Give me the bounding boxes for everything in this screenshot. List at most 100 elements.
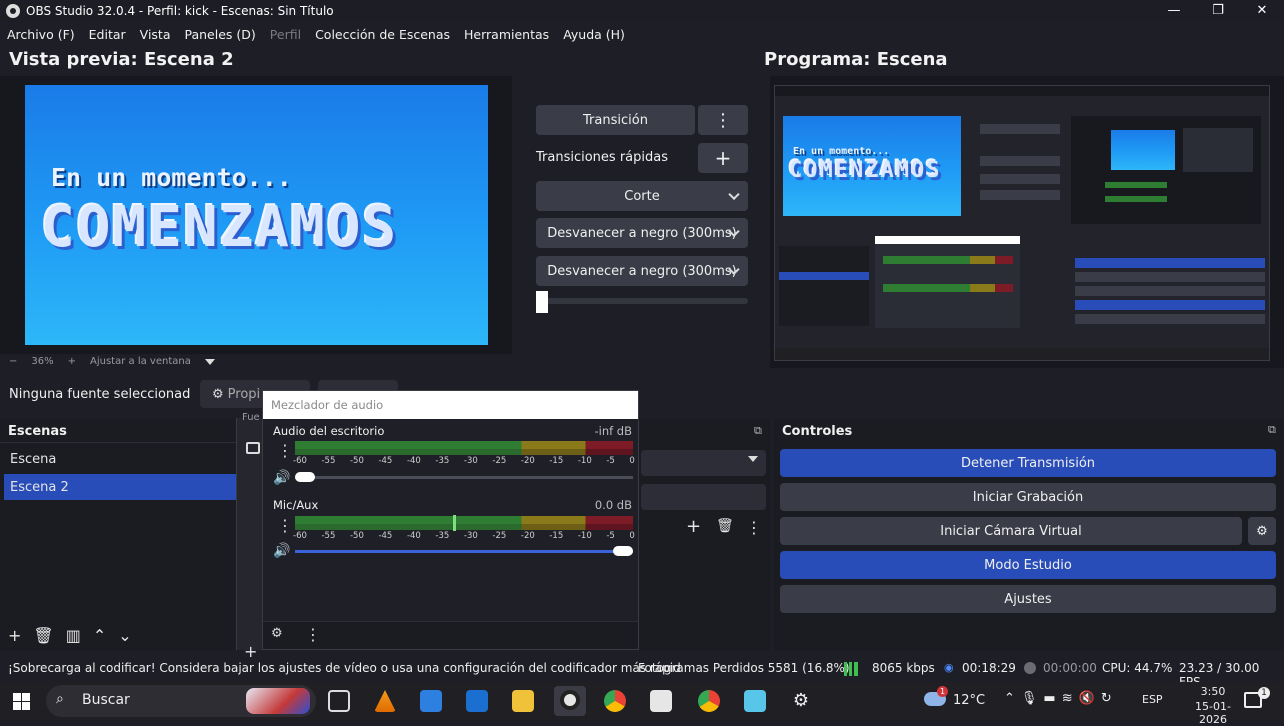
menu-ayuda[interactable]: Ayuda (H)	[563, 27, 625, 42]
file-explorer-icon[interactable]	[512, 690, 534, 712]
notification-badge: 1	[1258, 687, 1270, 699]
nested-control	[1075, 286, 1265, 296]
mixer-header[interactable]: Mezclador de audio	[263, 391, 638, 419]
quick-transition-fade-2[interactable]: Desvanecer a negro (300ms)	[536, 256, 748, 286]
chrome-icon[interactable]	[604, 690, 626, 712]
maximize-button[interactable]: ❐	[1196, 0, 1240, 22]
nested-meter	[883, 256, 1013, 264]
transition-button[interactable]: Transición	[536, 105, 695, 135]
undock-icon[interactable]: ⧉	[1268, 423, 1276, 437]
kebab-icon[interactable]: ⋮	[277, 516, 293, 535]
menu-paneles[interactable]: Paneles (D)	[185, 27, 256, 42]
volume-slider-desktop[interactable]	[295, 476, 633, 479]
title-bar: OBS Studio 32.0.4 - Perfil: kick - Escen…	[0, 0, 1284, 22]
nested-button	[980, 190, 1060, 200]
wifi-icon[interactable]: ≋	[1062, 691, 1079, 706]
menu-vista[interactable]: Vista	[140, 27, 171, 42]
volume-slider-mic[interactable]	[295, 550, 633, 553]
undock-icon[interactable]: ⧉	[754, 424, 762, 438]
channel-db-mic: 0.0 dB	[594, 498, 632, 512]
move-down-icon[interactable]: ⌄	[118, 626, 131, 645]
quick-transition-corte[interactable]: Corte	[536, 181, 748, 211]
task-view-icon[interactable]	[328, 690, 350, 712]
menu-editar[interactable]: Editar	[89, 27, 126, 42]
source-spinner[interactable]	[641, 484, 766, 510]
input-language[interactable]: ESP	[1142, 693, 1163, 706]
record-time: 00:00:00	[1043, 661, 1097, 675]
speaker-icon[interactable]: 🔊	[273, 470, 290, 486]
volume-knob-desktop[interactable]	[295, 472, 315, 482]
start-recording-button[interactable]: Iniciar Grabación	[780, 483, 1276, 511]
encoder-warning: ¡Sobrecarga al codificar! Considera baja…	[8, 661, 681, 675]
audio-mixer-window[interactable]: Mezclador de audio Audio del escritorio …	[262, 390, 639, 650]
window-title: OBS Studio 32.0.4 - Perfil: kick - Escen…	[26, 4, 334, 18]
audio-meter-desktop	[295, 441, 633, 455]
virtual-camera-settings-button[interactable]: ⚙	[1248, 517, 1276, 545]
volume-icon[interactable]: 🔇	[1079, 691, 1101, 706]
nested-meter	[1105, 196, 1167, 202]
capcut-icon[interactable]	[650, 690, 672, 712]
source-dropdown[interactable]	[641, 450, 766, 476]
volume-knob-mic[interactable]	[613, 546, 633, 556]
tbar-handle[interactable]	[536, 291, 548, 313]
gear-icon: ⚙	[1256, 523, 1268, 539]
nested-preview: En un momento... COMENZAMOS	[783, 116, 961, 216]
transition-menu-button[interactable]: ⋮	[698, 105, 748, 135]
minimize-button[interactable]: —	[1152, 0, 1196, 22]
store-icon[interactable]	[420, 690, 442, 712]
kebab-icon[interactable]: ⋮	[305, 625, 321, 644]
kebab-icon[interactable]: ⋮	[277, 441, 293, 460]
source-actions: ⋮	[746, 518, 776, 537]
mic-icon[interactable]: 🎙	[1021, 691, 1044, 706]
add-quick-transition-button[interactable]: +	[698, 143, 748, 173]
scene-item-escena-2[interactable]: Escena 2	[4, 474, 236, 500]
vlc-icon[interactable]	[374, 690, 396, 712]
chevron-up-icon[interactable]: ⌃	[1004, 691, 1021, 706]
zoom-in-button[interactable]: +	[68, 356, 76, 367]
game-icon[interactable]	[744, 690, 766, 712]
chevron-down-icon[interactable]	[204, 358, 215, 365]
close-button[interactable]: ✕	[1240, 0, 1284, 22]
tray-icons[interactable]: ⌃🎙▬≋🔇↻	[1004, 691, 1118, 706]
camera-icon[interactable]: ▬	[1043, 691, 1061, 706]
add-source-button[interactable]: +	[686, 516, 701, 537]
menu-archivo[interactable]: Archivo (F)	[7, 27, 75, 42]
preview-area[interactable]: En un momento... COMENZAMOS	[0, 76, 512, 354]
mixer-footer: ⚙ ⋮	[263, 621, 638, 649]
trash-icon[interactable]: 🗑	[716, 518, 734, 534]
speaker-icon[interactable]: 🔊	[273, 543, 290, 559]
windows-start-icon[interactable]	[13, 693, 30, 710]
start-virtual-camera-button[interactable]: Iniciar Cámara Virtual	[780, 517, 1242, 545]
menu-coleccion[interactable]: Colección de Escenas	[315, 27, 450, 42]
filter-icon[interactable]: ▥	[66, 626, 81, 645]
taskbar-search[interactable]: ⌕ Buscar	[46, 685, 316, 717]
menu-perfil[interactable]: Perfil	[270, 27, 301, 42]
weather-temp[interactable]: 12°C	[953, 693, 985, 708]
outlook-icon[interactable]	[466, 690, 488, 712]
preview-canvas[interactable]: En un momento... COMENZAMOS	[25, 85, 488, 345]
channel-name-desktop: Audio del escritorio	[273, 424, 385, 438]
quick-transition-fade-1[interactable]: Desvanecer a negro (300ms)	[536, 218, 748, 248]
trash-icon[interactable]: 🗑	[33, 626, 53, 645]
settings-button[interactable]: Ajustes	[780, 585, 1276, 613]
add-scene-button[interactable]: +	[8, 626, 21, 645]
stream-icon: ◉	[944, 661, 954, 674]
sources-title-partial: Fue	[242, 412, 260, 423]
meter-tick-label: -15	[549, 456, 564, 466]
scene-item-escena[interactable]: Escena	[4, 446, 236, 472]
obs-taskbar-active[interactable]	[554, 686, 586, 716]
sync-icon[interactable]: ↻	[1101, 691, 1118, 706]
advanced-audio-icon[interactable]: ⚙	[271, 626, 283, 641]
kebab-icon[interactable]: ⋮	[746, 518, 776, 537]
nested-control	[1075, 272, 1265, 282]
move-up-icon[interactable]: ⌃	[93, 626, 106, 645]
chrome-profile-icon[interactable]	[698, 690, 720, 712]
settings-gear-icon[interactable]: ⚙	[790, 690, 812, 712]
studio-mode-button[interactable]: Modo Estudio	[780, 551, 1276, 579]
tbar-slider[interactable]	[536, 298, 748, 304]
fit-window-label[interactable]: Ajustar a la ventana	[90, 356, 191, 367]
menu-herramientas[interactable]: Herramientas	[464, 27, 549, 42]
zoom-out-button[interactable]: −	[9, 356, 17, 367]
stop-streaming-button[interactable]: Detener Transmisión	[780, 449, 1276, 477]
weather-alert-badge: 1	[937, 686, 948, 697]
